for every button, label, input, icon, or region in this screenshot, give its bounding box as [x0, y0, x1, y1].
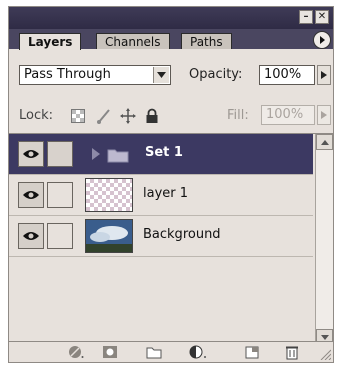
- layers-palette: – ✕ Layers Channels Paths Pass Through O…: [8, 6, 334, 363]
- menu-arrow-icon: [320, 36, 325, 44]
- scroll-up-button[interactable]: [316, 134, 333, 150]
- lock-all-icon[interactable]: [143, 107, 161, 125]
- opacity-input[interactable]: 100%: [259, 65, 315, 85]
- eye-icon: [23, 232, 39, 240]
- link-toggle[interactable]: [47, 223, 73, 249]
- layer-style-icon[interactable]: [67, 344, 85, 360]
- eye-icon: [23, 150, 39, 158]
- lock-transparency-icon[interactable]: [69, 107, 87, 125]
- window-buttons: – ✕: [299, 10, 329, 24]
- tab-channels[interactable]: Channels: [96, 33, 170, 49]
- blend-mode-value: Pass Through: [24, 67, 111, 82]
- trash-icon[interactable]: [283, 344, 301, 360]
- folder-icon: [107, 149, 129, 163]
- new-layer-icon[interactable]: [243, 344, 261, 360]
- opacity-label: Opacity:: [189, 67, 243, 82]
- lock-paint-brush-icon[interactable]: [95, 107, 113, 125]
- eye-icon: [23, 191, 39, 199]
- link-toggle[interactable]: [47, 141, 73, 167]
- visibility-toggle[interactable]: [18, 223, 44, 249]
- tab-layers[interactable]: Layers: [19, 33, 82, 50]
- layer-thumbnail: [85, 178, 133, 212]
- blend-mode-select[interactable]: Pass Through: [19, 65, 171, 85]
- close-button[interactable]: ✕: [315, 10, 329, 24]
- visibility-toggle[interactable]: [18, 141, 44, 167]
- layers-scrollbar[interactable]: [315, 134, 333, 345]
- fill-input[interactable]: 100%: [261, 105, 315, 125]
- layer-name[interactable]: Background: [143, 227, 221, 242]
- add-mask-icon[interactable]: [101, 344, 119, 360]
- blend-controls: Pass Through Opacity: 100%: [9, 65, 333, 89]
- opacity-slider-button[interactable]: [317, 65, 331, 85]
- new-set-icon[interactable]: [145, 344, 163, 360]
- layer-name[interactable]: Set 1: [145, 145, 183, 160]
- minimize-button[interactable]: –: [299, 10, 313, 24]
- layer-thumbnail: [85, 219, 133, 253]
- link-toggle[interactable]: [47, 182, 73, 208]
- layers-list: Set 1 layer 1 Background: [9, 133, 333, 346]
- expand-triangle-icon[interactable]: [91, 148, 101, 160]
- fill-label: Fill:: [227, 108, 249, 123]
- visibility-toggle[interactable]: [18, 182, 44, 208]
- fill-slider-button[interactable]: [317, 105, 331, 125]
- chevron-down-icon[interactable]: [153, 67, 169, 83]
- palette-title-bar[interactable]: – ✕: [9, 7, 333, 29]
- chevron-right-icon: [321, 111, 327, 119]
- lock-move-icon[interactable]: [119, 107, 137, 125]
- resize-grip-icon[interactable]: [319, 348, 331, 360]
- lock-row: Lock: Fill: 100%: [9, 105, 333, 127]
- tab-bar: Layers Channels Paths: [9, 29, 333, 50]
- chevron-up-icon: [320, 139, 329, 145]
- palette-menu-button[interactable]: [313, 31, 331, 49]
- layer-row-background[interactable]: Background: [9, 216, 313, 257]
- layer-name[interactable]: layer 1: [143, 186, 188, 201]
- lock-label: Lock:: [19, 108, 54, 123]
- chevron-right-icon: [321, 71, 327, 79]
- layer-row-set-1[interactable]: Set 1: [9, 134, 313, 175]
- palette-footer: [9, 341, 333, 362]
- layer-row-layer-1[interactable]: layer 1: [9, 175, 313, 216]
- chevron-down-icon: [320, 334, 329, 340]
- tab-paths[interactable]: Paths: [181, 33, 232, 49]
- adjustment-layer-icon[interactable]: [189, 344, 207, 360]
